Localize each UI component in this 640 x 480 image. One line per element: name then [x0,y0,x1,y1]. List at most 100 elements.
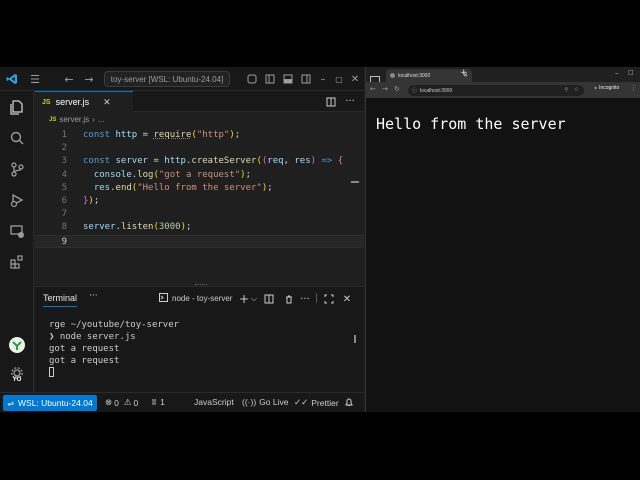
error-count: 0 [114,397,119,408]
terminal-cursor [49,367,54,377]
toolbar-divider [316,293,317,303]
browser-window: localhost:3000 ✕ + – □ ← → ↻ ⓘ localhost… [365,67,640,412]
line-number: 7 [61,209,67,220]
problems-indicator[interactable]: ⊗ 0 ⚠ 0 [105,397,138,408]
terminal-shell-label[interactable]: node - toy-server [172,294,232,303]
check-double-icon: ✓✓ [294,397,309,407]
ports-indicator[interactable]: ʬ 1 [152,397,165,407]
line-number: 8 [61,222,67,233]
close-icon[interactable]: ✕ [350,70,360,88]
reload-icon[interactable]: ↻ [394,85,400,93]
search-icon[interactable]: ⚲ [564,87,568,93]
back-arrow-icon[interactable]: ← [370,85,376,93]
language-mode[interactable]: JavaScript [194,397,234,407]
remote-label: WSL: Ubuntu-24.04 [18,398,93,408]
line-number: 2 [61,143,67,154]
avatar-initials: YO [12,377,22,383]
error-icon: ⊗ [105,397,113,407]
line-number: 3 [61,156,67,167]
js-file-icon: JS [49,116,57,123]
maximize-panel-icon[interactable] [323,290,335,308]
remote-indicator[interactable]: ⇌ WSL: Ubuntu-24.04 [3,395,97,411]
minimize-icon[interactable]: – [318,70,328,88]
remote-icon: ⇌ [7,398,15,408]
browser-menu-icon[interactable]: ⋮ [630,84,637,92]
run-debug-icon[interactable] [5,188,29,212]
vscode-logo-icon [4,70,20,88]
remote-explorer-icon[interactable] [5,219,29,243]
code-line: 3 const server = http.createServer((req, … [35,155,364,168]
code-line: 1 const http = require("http"); [35,129,364,142]
go-live-label: Go Live [259,397,289,407]
minimap-marker [351,181,359,183]
broadcast-icon: ʬ [152,397,157,407]
response-text: Hello from the server [376,115,566,133]
tab-close-icon[interactable]: ✕ [103,97,111,108]
line-number: 1 [61,130,67,140]
prettier-label: Prettier [311,397,339,408]
code-line: 7 [35,208,364,221]
trash-icon[interactable] [283,290,295,308]
code-editor[interactable]: 1 const http = require("http"); 2 3 const … [35,129,364,248]
sash-handle[interactable] [195,284,207,287]
terminal-more-icon[interactable]: ··· [299,290,311,308]
address-bar[interactable]: ⓘ localhost:3000 ⚲ ☆ [408,85,584,96]
close-panel-icon[interactable]: ✕ [341,290,353,308]
code-line: 6}); [35,195,364,208]
browser-tab-title: localhost:3000 [398,72,431,79]
toggle-sidebar-icon[interactable] [264,70,276,88]
minimize-icon[interactable]: – [615,69,619,77]
breadcrumb-separator: › [92,115,95,124]
source-control-icon[interactable] [5,157,29,181]
go-live-button[interactable]: ((·)) Go Live [242,397,288,407]
line-number: 6 [61,195,67,206]
extensions-icon[interactable] [5,250,29,274]
toggle-panel-icon[interactable] [282,70,294,88]
manage-gear-icon[interactable]: YO [5,363,29,387]
split-editor-icon[interactable] [325,93,337,111]
command-center-search[interactable]: toy-server [WSL: Ubuntu-24.04] [104,71,230,87]
editor-tabs: JS server.js ✕ ··· [35,91,364,112]
activity-bar: YO [0,91,34,396]
toggle-secondary-sidebar-icon[interactable] [300,70,312,88]
menu-icon[interactable]: ☰ [27,70,43,88]
site-info-icon[interactable]: ⓘ [412,87,417,94]
search-icon[interactable] [5,126,29,150]
notifications-bell-icon[interactable] [344,397,354,409]
title-bar: ☰ ← → toy-server [WSL: Ubuntu-24.04] – □… [0,67,364,91]
maximize-icon[interactable]: □ [334,70,344,88]
split-terminal-icon[interactable] [263,290,275,308]
line-number: 4 [61,169,67,180]
forward-arrow-icon[interactable]: → [82,70,96,88]
more-actions-icon[interactable]: ··· [343,92,357,110]
incognito-icon: ◒ [594,85,598,91]
broadcast-icon: ((·)) [242,397,257,407]
prettier-indicator[interactable]: ✓✓ Prettier [294,397,339,408]
tab-actions-icon[interactable] [370,70,380,85]
breadcrumb-file[interactable]: server.js [59,115,89,124]
chevron-down-icon[interactable]: ⌵ [249,290,259,308]
accounts-avatar[interactable] [5,333,29,357]
terminal-shell-icon [159,293,168,304]
back-arrow-icon[interactable]: ← [62,70,76,88]
vscode-window: ☰ ← → toy-server [WSL: Ubuntu-24.04] – □… [0,67,364,412]
ports-count: 1 [160,397,165,407]
new-tab-icon[interactable]: + [460,68,468,78]
code-line: 2 [35,142,364,155]
terminal-output[interactable]: rge ~/youtube/toy-server ❯ node server.j… [49,319,179,367]
tab-server-js[interactable]: JS server.js ✕ [35,91,133,112]
incognito-indicator[interactable]: ◒ Incognito [594,85,619,91]
maximize-icon[interactable]: □ [628,69,634,76]
explorer-icon[interactable] [5,95,29,119]
terminal-scrollbar[interactable] [354,335,356,343]
panel-more-icon[interactable]: ··· [89,291,98,301]
bookmark-star-icon[interactable]: ☆ [574,86,579,93]
tab-terminal[interactable]: Terminal [43,293,78,307]
line-number: 9 [61,236,67,247]
breadcrumb-more[interactable]: ... [98,115,105,124]
terminal-panel: Terminal ··· node - toy-server + ⌵ ··· ✕ [35,284,364,396]
breadcrumb: JS server.js › ... [49,115,104,124]
copilot-icon[interactable] [246,70,258,88]
line-number: 5 [61,182,67,193]
forward-arrow-icon[interactable]: → [382,85,388,93]
